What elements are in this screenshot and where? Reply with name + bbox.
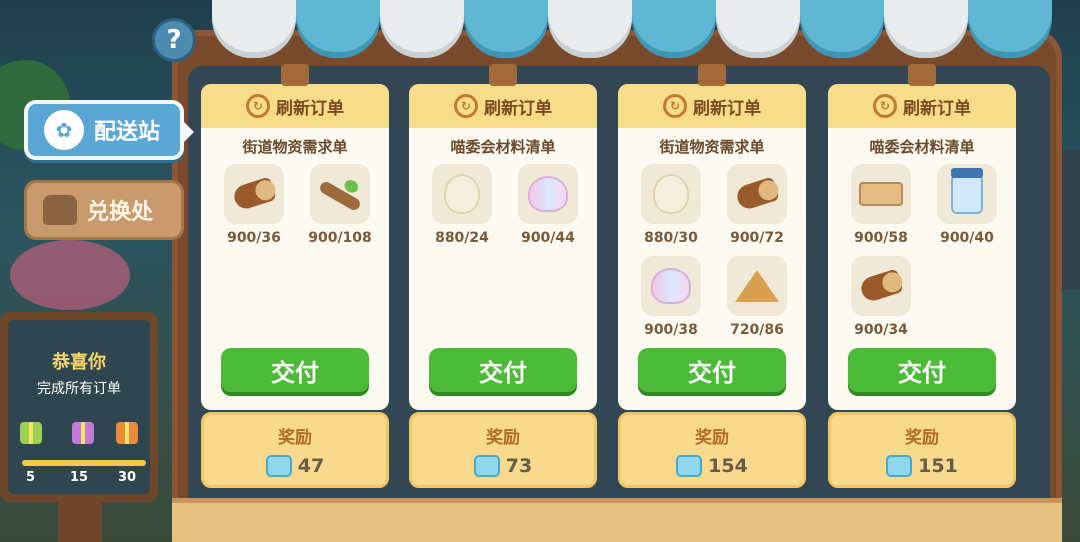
balloon-icon: ✿	[44, 110, 84, 150]
order-item[interactable]: 900/44	[513, 164, 583, 246]
refresh-icon: ↻	[454, 94, 478, 118]
card-hanger	[281, 64, 309, 86]
milestone-label: 30	[118, 470, 137, 485]
item-count: 900/36	[227, 230, 281, 246]
ticket-icon	[265, 455, 292, 477]
order-card: ↻ 刷新订单 喵委会材料清单 880/24 900/44 交付 奖励 73	[409, 64, 597, 490]
item-count: 900/58	[854, 230, 908, 246]
refresh-label: 刷新订单	[693, 98, 761, 119]
help-icon: ?	[166, 25, 182, 55]
order-item[interactable]: 720/86	[722, 256, 792, 338]
stall-sill	[172, 498, 1062, 542]
board-stand	[58, 496, 102, 542]
order-card: ↻ 刷新订单 喵委会材料清单 900/58 900/40 900/34 交付 奖…	[828, 64, 1016, 490]
refresh-label: 刷新订单	[484, 98, 552, 119]
item-count: 900/72	[730, 230, 784, 246]
order-name: 喵委会材料清单	[450, 138, 556, 156]
order-card: ↻ 刷新订单 街道物资需求单 880/30 900/72 900/38 720/…	[618, 64, 806, 490]
pot-icon	[653, 174, 689, 214]
gift-icon[interactable]	[72, 422, 94, 444]
jar-icon	[951, 168, 983, 214]
refresh-order-button[interactable]: ↻ 刷新订单	[828, 84, 1016, 128]
reward-label: 奖励	[695, 428, 729, 448]
shop-icon	[43, 195, 77, 225]
reward-panel: 奖励 73	[409, 412, 597, 488]
sand-icon	[735, 270, 779, 302]
order-name: 街道物资需求单	[659, 138, 765, 156]
refresh-label: 刷新订单	[276, 98, 344, 119]
item-count: 900/40	[940, 230, 994, 246]
gift-icon[interactable]	[20, 422, 42, 444]
item-count: 900/108	[308, 230, 372, 246]
deliver-button[interactable]: 交付	[638, 348, 786, 392]
refresh-order-button[interactable]: ↻ 刷新订单	[201, 84, 389, 128]
order-name: 街道物资需求单	[242, 138, 348, 156]
refresh-label: 刷新订单	[903, 98, 971, 119]
item-count: 900/34	[854, 322, 908, 338]
awning	[212, 0, 1052, 58]
tab-exchange[interactable]: 兑换处	[24, 180, 184, 240]
order-name: 喵委会材料清单	[869, 138, 975, 156]
plank-icon	[859, 182, 903, 206]
shell-icon	[528, 176, 568, 212]
refresh-icon: ↻	[663, 94, 687, 118]
reward-panel: 奖励 151	[828, 412, 1016, 488]
ticket-icon	[676, 455, 703, 477]
reward-label: 奖励	[905, 428, 939, 448]
item-count: 900/38	[644, 322, 698, 338]
ticket-icon	[473, 455, 500, 477]
tab-delivery[interactable]: ✿ 配送站	[24, 100, 194, 160]
card-hanger	[489, 64, 517, 86]
tab-exchange-label: 兑换处	[87, 200, 154, 225]
order-item[interactable]: 900/108	[305, 164, 375, 246]
item-count: 720/86	[730, 322, 784, 338]
order-item[interactable]: 900/36	[219, 164, 289, 246]
board-title: 恭喜你	[52, 352, 106, 373]
order-item[interactable]: 900/34	[846, 256, 916, 338]
reward-label: 奖励	[278, 428, 312, 448]
order-item[interactable]: 900/40	[932, 164, 1002, 246]
reward-value: 151	[918, 455, 958, 477]
log-icon	[231, 176, 277, 212]
item-count: 900/44	[521, 230, 575, 246]
order-item[interactable]: 900/58	[846, 164, 916, 246]
reward-value: 154	[708, 455, 748, 477]
card-hanger	[698, 64, 726, 86]
deliver-button[interactable]: 交付	[848, 348, 996, 392]
pot-icon	[444, 174, 480, 214]
ticket-icon	[886, 455, 913, 477]
branch-icon	[317, 179, 363, 213]
reward-value: 73	[505, 455, 533, 477]
tab-delivery-label: 配送站	[94, 120, 161, 145]
gift-icon[interactable]	[116, 422, 138, 444]
reward-label: 奖励	[486, 428, 520, 448]
refresh-icon: ↻	[873, 94, 897, 118]
reward-panel: 奖励 154	[618, 412, 806, 488]
refresh-icon: ↻	[246, 94, 270, 118]
order-item[interactable]: 900/72	[722, 164, 792, 246]
item-count: 880/30	[644, 230, 698, 246]
help-button[interactable]: ?	[152, 18, 196, 62]
milestone-label: 5	[26, 470, 36, 485]
refresh-order-button[interactable]: ↻ 刷新订单	[618, 84, 806, 128]
reward-value: 47	[297, 455, 325, 477]
order-item[interactable]: 900/38	[636, 256, 706, 338]
milestone-label: 15	[70, 470, 89, 485]
log-icon	[858, 268, 904, 304]
card-hanger	[908, 64, 936, 86]
order-item[interactable]: 880/30	[636, 164, 706, 246]
progress-track	[22, 460, 146, 466]
order-item[interactable]: 880/24	[427, 164, 497, 246]
item-count: 880/24	[435, 230, 489, 246]
board-subtitle: 完成所有订单	[37, 381, 121, 397]
deliver-button[interactable]: 交付	[429, 348, 577, 392]
congrats-board: 恭喜你 完成所有订单 5 15 30	[0, 312, 158, 502]
shell-icon	[651, 268, 691, 304]
deliver-button[interactable]: 交付	[221, 348, 369, 392]
refresh-order-button[interactable]: ↻ 刷新订单	[409, 84, 597, 128]
order-card: ↻ 刷新订单 街道物资需求单 900/36 900/108 交付 奖励 47	[201, 64, 389, 490]
reward-panel: 奖励 47	[201, 412, 389, 488]
log-icon	[734, 176, 780, 212]
background-flowers	[10, 240, 130, 310]
